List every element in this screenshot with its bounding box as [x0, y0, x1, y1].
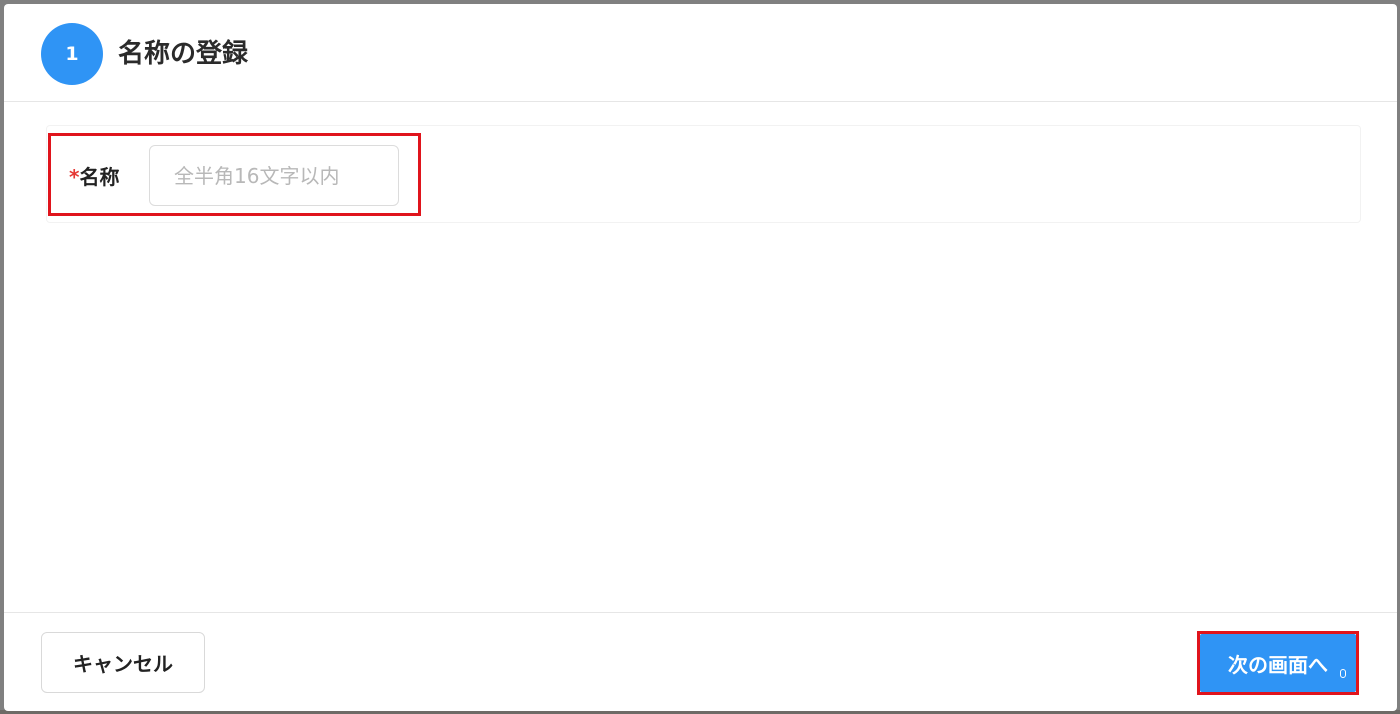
name-label-text: 名称 [79, 165, 120, 189]
required-mark: * [69, 165, 80, 189]
mouse-cursor-icon [1340, 669, 1346, 678]
dialog-title: 名称の登録 [118, 39, 249, 69]
next-screen-button[interactable]: 次の画面へ [1200, 634, 1356, 692]
step-number-badge: 1 [41, 23, 103, 85]
name-input[interactable] [149, 145, 399, 206]
name-field-label: *名称 [69, 164, 119, 190]
dialog-header: 1 名称の登録 [4, 4, 1397, 102]
cancel-button[interactable]: キャンセル [41, 632, 205, 693]
dialog-footer [4, 612, 1397, 711]
registration-dialog: 1 名称の登録 *名称 キャンセル 次の画面へ [4, 4, 1397, 711]
